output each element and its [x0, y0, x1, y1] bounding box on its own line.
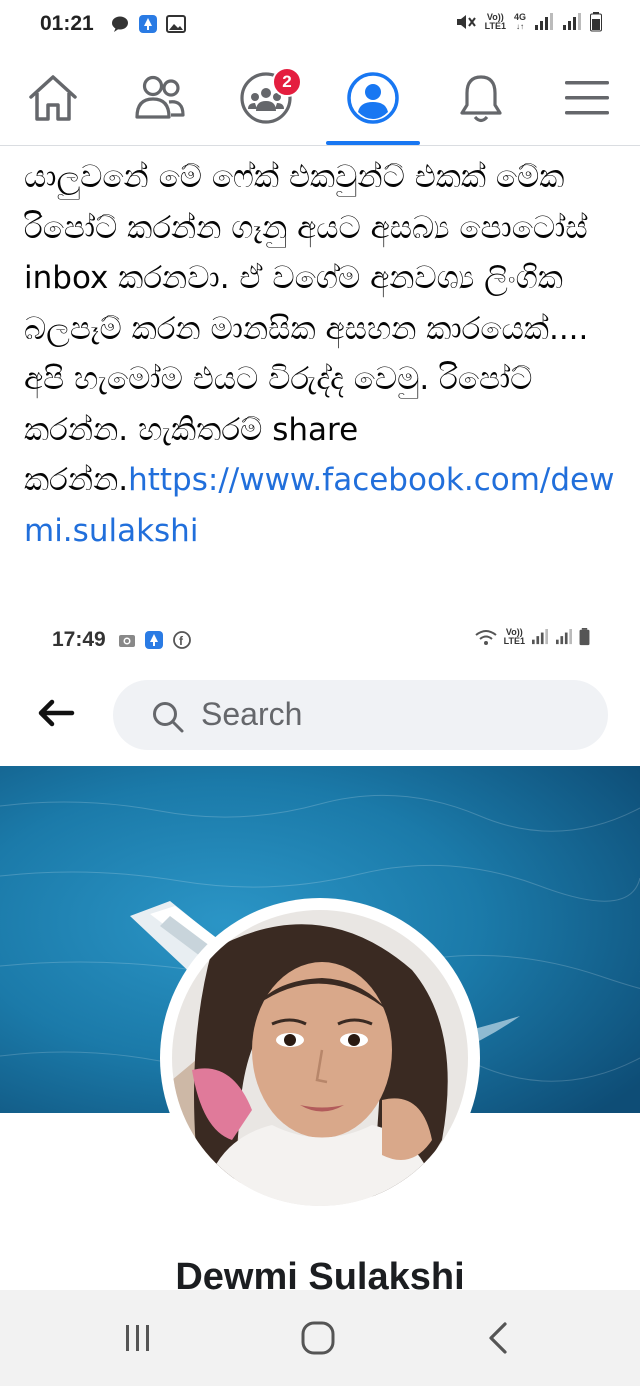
search-icon [153, 702, 184, 733]
lte-label: LTE1 [484, 21, 506, 31]
home-circle-icon [301, 1321, 335, 1355]
hamburger-menu-icon [565, 81, 609, 115]
embedded-lte-label: LTE1 [503, 636, 525, 646]
nav-notifications[interactable] [451, 68, 511, 128]
camera-icon [119, 635, 135, 647]
upload-app-icon [139, 15, 157, 33]
back-arrow-icon[interactable] [36, 698, 76, 728]
recent-apps-button[interactable] [118, 1318, 158, 1358]
upload-app-icon [145, 631, 163, 649]
embedded-screenshot: 17:49 f Vo)) LTE1 Search Dewmi Sulakshi [0, 608, 640, 1290]
android-navigation-bar [0, 1290, 640, 1386]
post-text: යාලුවනේ මේ ෆේක් එකවුන්ට් එකක් මේක රිපෝට්… [24, 159, 589, 498]
facebook-nav-bar [0, 50, 640, 146]
search-placeholder: Search [201, 696, 303, 732]
status-bar: 01:21 Vo)) LTE1 4G ↓↑ [0, 0, 640, 50]
bell-icon [460, 75, 502, 123]
chat-bubble-icon [112, 16, 128, 32]
network-label: 4G [513, 12, 526, 22]
embedded-status-right: Vo)) LTE1 [474, 628, 590, 646]
network-indicator: 4G ↓↑ [513, 12, 526, 32]
mute-icon [456, 15, 476, 29]
groups-notification-badge: 2 [272, 67, 302, 97]
active-tab-indicator [326, 141, 420, 145]
profile-name: Dewmi Sulakshi [175, 1256, 465, 1290]
embedded-volte-indicator: Vo)) LTE1 [504, 628, 525, 646]
profile-photo-image [172, 910, 468, 1206]
battery-icon [579, 628, 590, 646]
home-icon [29, 75, 77, 121]
friends-icon [135, 75, 185, 119]
wifi-icon [475, 630, 497, 645]
facebook-icon: f [173, 631, 191, 649]
post-body: යාලුවනේ මේ ෆේක් එකවුන්ට් එකක් මේක රිපෝට්… [24, 152, 624, 556]
status-time: 01:21 [40, 12, 94, 35]
nav-menu[interactable] [557, 68, 617, 128]
signal-icon [535, 13, 553, 30]
recent-apps-icon [126, 1325, 149, 1351]
back-chevron-icon [489, 1322, 507, 1354]
battery-icon [590, 12, 602, 32]
image-icon [166, 15, 186, 33]
profile-avatar[interactable] [172, 910, 468, 1206]
status-right: Vo)) LTE1 4G ↓↑ [455, 12, 602, 32]
signal-icon [532, 629, 548, 645]
volte-indicator: Vo)) LTE1 [485, 13, 506, 31]
profile-icon [347, 72, 399, 124]
nav-friends[interactable] [130, 68, 190, 128]
back-button[interactable] [478, 1318, 518, 1358]
embedded-status-time: 17:49 [52, 628, 106, 651]
nav-profile[interactable] [343, 68, 403, 128]
search-input[interactable]: Search [113, 680, 608, 750]
signal-icon [563, 13, 581, 30]
signal-icon [556, 629, 572, 645]
nav-home[interactable] [23, 68, 83, 128]
home-button[interactable] [298, 1318, 338, 1358]
svg-text:f: f [179, 634, 184, 648]
